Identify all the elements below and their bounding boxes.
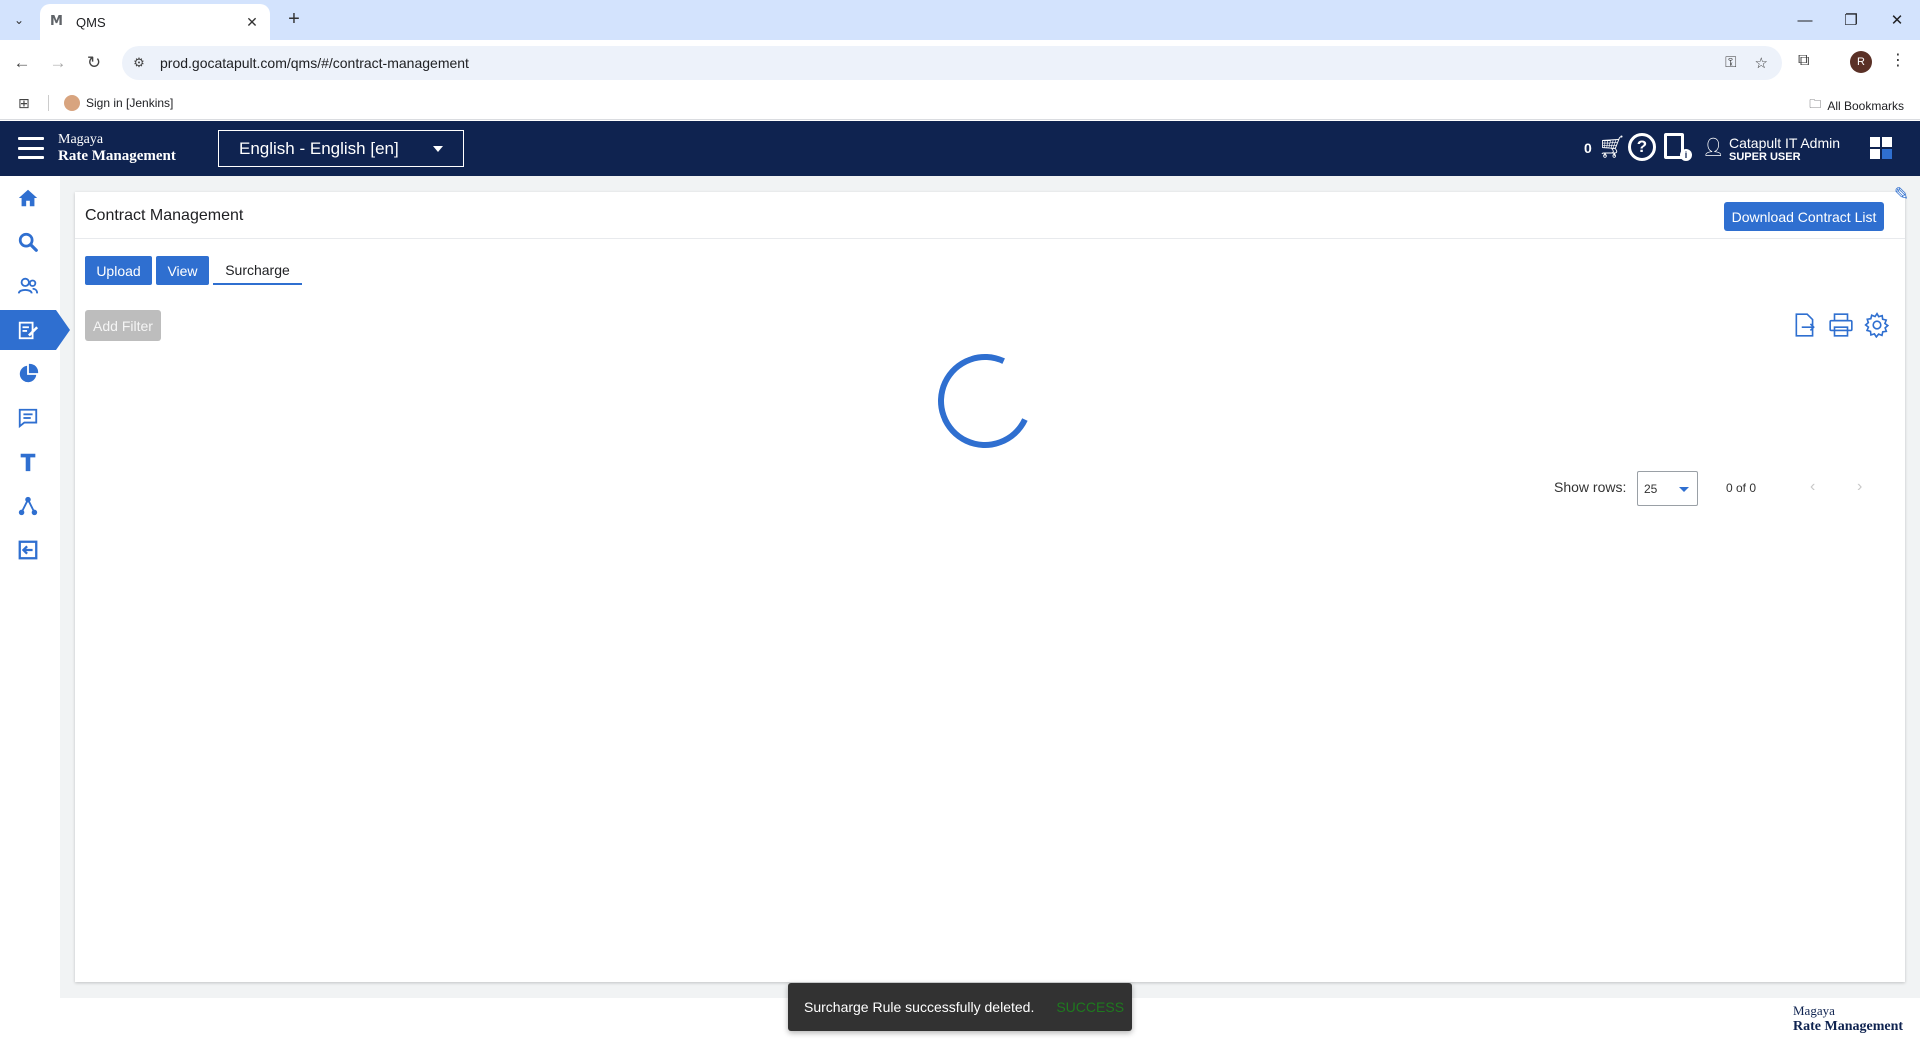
url-text[interactable]: prod.gocatapult.com/qms/#/contract-manag… <box>160 55 469 71</box>
browser-menu-icon[interactable]: ⋮ <box>1890 50 1906 70</box>
tab-title: QMS <box>76 14 106 30</box>
bookmarks-divider <box>48 95 49 111</box>
main-card <box>75 192 1905 982</box>
app-header: Magaya Rate Management English - English… <box>0 121 1920 176</box>
forward-icon[interactable]: → <box>45 50 71 76</box>
edit-page-icon[interactable]: ✎ <box>1894 184 1909 205</box>
back-icon[interactable]: ← <box>9 50 35 76</box>
add-filter-button[interactable]: Add Filter <box>85 310 161 341</box>
logout-icon <box>18 540 38 560</box>
password-key-icon[interactable]: ⚿ <box>1725 54 1736 72</box>
settings-gear-icon[interactable] <box>1864 312 1890 338</box>
help-icon[interactable]: ? <box>1628 133 1656 161</box>
cart-icon[interactable]: 🛒︎ <box>1598 134 1626 160</box>
language-value: English - English [en] <box>239 138 399 158</box>
toast-notification: Surcharge Rule successfully deleted. SUC… <box>788 983 1132 1031</box>
sidebar-item-search[interactable] <box>0 222 56 262</box>
rows-per-page-select[interactable]: 25 <box>1637 471 1698 506</box>
sidebar <box>0 176 70 998</box>
site-info-icon[interactable]: ⚙ <box>122 55 156 71</box>
sidebar-item-logout[interactable] <box>0 530 56 570</box>
hamburger-menu-icon[interactable] <box>18 137 44 159</box>
message-icon <box>18 408 38 429</box>
browser-tab-bar: ⌄ M QMS ✕ + — ❐ ✕ <box>0 0 1920 40</box>
bookmark-label: Sign in [Jenkins] <box>86 96 174 110</box>
next-page-icon[interactable]: › <box>1857 478 1862 496</box>
export-icon[interactable] <box>1792 312 1818 338</box>
pie-chart-icon <box>19 363 39 383</box>
language-select[interactable]: English - English [en] <box>218 130 464 167</box>
users-icon <box>17 277 39 294</box>
apps-grid-icon[interactable]: ⊞ <box>18 95 30 112</box>
address-bar: ← → ↻ ⚙ prod.gocatapult.com/qms/#/contra… <box>0 40 1920 86</box>
search-icon <box>18 232 38 252</box>
title-divider <box>75 238 1905 239</box>
sidebar-item-reports[interactable] <box>0 354 56 394</box>
user-icon[interactable]: 👤︎ <box>1702 137 1725 158</box>
omnibox[interactable]: ⚙ prod.gocatapult.com/qms/#/contract-man… <box>122 46 1782 80</box>
caret-down-icon <box>1679 487 1689 492</box>
footer-brand-line1: Magaya <box>1793 1003 1835 1018</box>
brand-line2: Rate Management <box>58 148 176 164</box>
reload-icon[interactable]: ↻ <box>81 50 107 76</box>
all-bookmarks[interactable]: 🗀 All Bookmarks <box>1809 95 1904 116</box>
minimize-icon[interactable]: — <box>1782 0 1828 40</box>
bookmark-star-icon[interactable]: ☆ <box>1755 54 1768 72</box>
user-name[interactable]: Catapult IT Admin <box>1729 135 1840 151</box>
user-role: SUPER USER <box>1729 151 1801 163</box>
all-bookmarks-label: All Bookmarks <box>1827 98 1904 113</box>
show-rows-label: Show rows: <box>1554 479 1627 495</box>
new-tab-icon[interactable]: + <box>282 8 306 32</box>
home-icon <box>18 189 38 207</box>
tab-close-icon[interactable]: ✕ <box>244 14 260 31</box>
page-title: Contract Management <box>85 207 244 224</box>
contract-edit-icon <box>18 321 39 340</box>
folder-icon: 🗀 <box>1809 97 1822 111</box>
page-count: 0 of 0 <box>1726 481 1757 495</box>
tab-surcharge[interactable]: Surcharge <box>213 256 302 285</box>
tab-favicon-icon: M <box>50 14 63 29</box>
profile-avatar[interactable]: R <box>1850 51 1872 73</box>
network-icon <box>18 496 38 516</box>
jenkins-favicon-icon <box>64 95 80 111</box>
footer-brand-line2: Rate Management <box>1793 1019 1904 1034</box>
bookmarks-bar: ⊞ Sign in [Jenkins] 🗀 All Bookmarks <box>0 86 1920 120</box>
footer-brand: Magaya Rate Management <box>1793 1003 1903 1035</box>
tab-upload[interactable]: Upload <box>85 256 152 285</box>
print-icon[interactable] <box>1828 312 1854 338</box>
rows-value: 25 <box>1644 481 1658 496</box>
sidebar-item-home[interactable] <box>0 178 56 218</box>
download-contract-list-button[interactable]: Download Contract List <box>1724 202 1884 231</box>
tab-view[interactable]: View <box>156 256 209 285</box>
tab-search-chevron-icon[interactable]: ⌄ <box>6 8 32 32</box>
text-icon <box>20 453 36 472</box>
sidebar-item-contracts[interactable] <box>0 310 70 350</box>
info-badge-icon: i <box>1680 149 1692 161</box>
toast-action[interactable]: SUCCESS <box>1056 999 1124 1015</box>
app-brand: Magaya Rate Management <box>58 131 176 165</box>
sidebar-item-text[interactable] <box>0 442 56 482</box>
sidebar-item-network[interactable] <box>0 486 56 526</box>
close-window-icon[interactable]: ✕ <box>1874 0 1920 40</box>
sidebar-item-users[interactable] <box>0 266 56 306</box>
brand-line1: Magaya <box>58 132 104 147</box>
toast-message: Surcharge Rule successfully deleted. <box>804 999 1035 1015</box>
app-switcher-icon[interactable] <box>1870 137 1892 159</box>
cart-count: 0 <box>1584 140 1592 156</box>
sidebar-item-messages[interactable] <box>0 398 56 438</box>
extensions-icon[interactable]: ⧉ <box>1798 52 1809 70</box>
restore-icon[interactable]: ❐ <box>1828 0 1874 40</box>
previous-page-icon[interactable]: ‹ <box>1810 478 1815 496</box>
caret-down-icon <box>433 146 443 152</box>
browser-tab[interactable]: M QMS ✕ <box>40 4 270 40</box>
bookmark-jenkins[interactable]: Sign in [Jenkins] <box>64 95 173 111</box>
